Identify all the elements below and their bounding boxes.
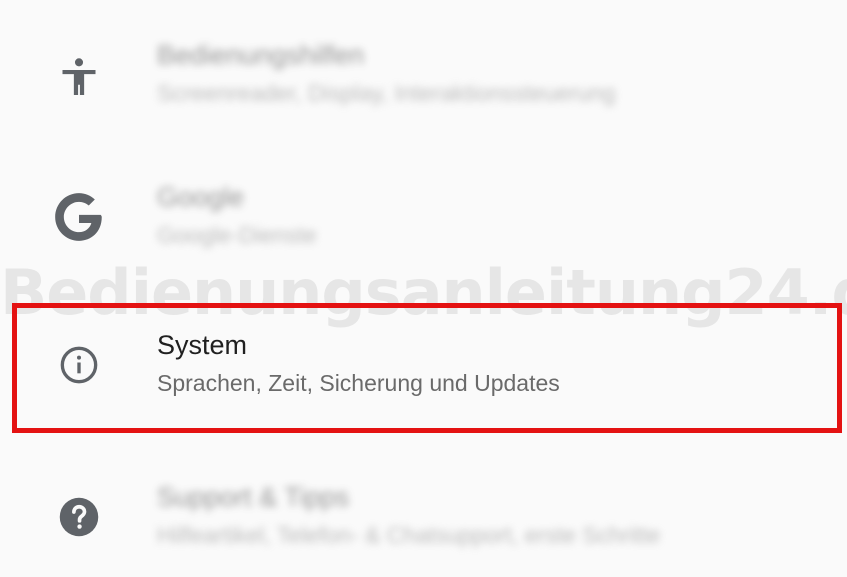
info-icon	[52, 338, 106, 392]
settings-item-support[interactable]: Support & Tipps Hilfeartikel, Telefon- &…	[0, 460, 847, 577]
settings-screen: Bedienungshilfen Screenreader, Display, …	[0, 0, 847, 577]
settings-item-google[interactable]: Google Google-Dienste	[0, 160, 847, 290]
settings-item-system[interactable]: System Sprachen, Zeit, Sicherung und Upd…	[0, 300, 847, 430]
settings-item-title: Google	[157, 182, 245, 212]
settings-item-subtitle: Sprachen, Zeit, Sicherung und Updates	[157, 370, 560, 396]
settings-item-title: Support & Tipps	[157, 482, 350, 512]
settings-item-accessibility[interactable]: Bedienungshilfen Screenreader, Display, …	[0, 10, 847, 140]
settings-item-subtitle: Hilfeartikel, Telefon- & Chatsupport, er…	[157, 522, 661, 548]
settings-item-subtitle: Google-Dienste	[157, 222, 317, 248]
accessibility-icon	[52, 50, 106, 104]
google-icon	[52, 190, 106, 244]
settings-item-title: Bedienungshilfen	[157, 40, 365, 70]
settings-item-title: System	[157, 330, 248, 360]
help-icon	[52, 490, 106, 544]
settings-item-subtitle: Screenreader, Display, Interaktionssteue…	[157, 80, 616, 106]
